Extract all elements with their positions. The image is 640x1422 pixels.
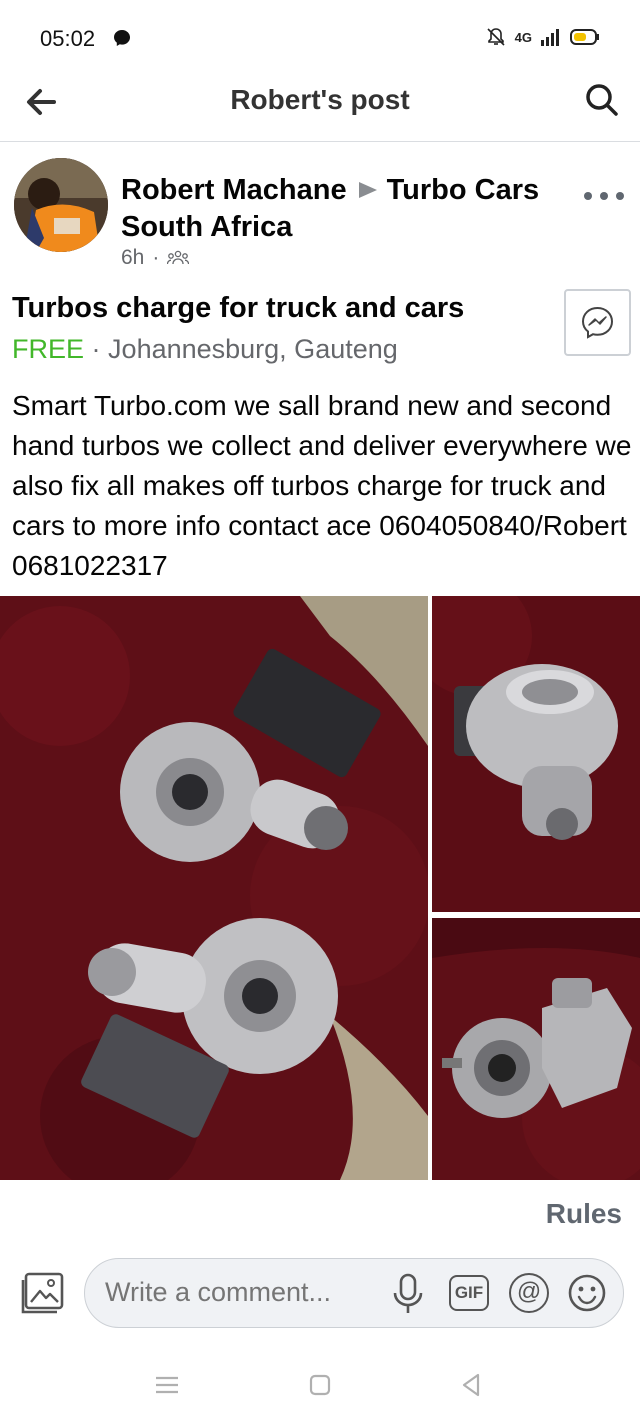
post-meta: 6h · (121, 246, 190, 270)
turbo-side-photo[interactable] (432, 918, 640, 1180)
more-dot (616, 192, 624, 200)
message-seller-button[interactable] (564, 289, 631, 356)
mention-label: @ (516, 1278, 542, 1305)
listing-location: Johannesburg, Gauteng (108, 334, 398, 364)
listing-price: FREE (12, 334, 85, 364)
post-author-line: Robert Machane Turbo Cars South Africa (121, 172, 561, 246)
turbo-side-image (432, 918, 640, 1180)
messenger-icon (581, 306, 614, 339)
author-name[interactable]: Robert Machane (121, 174, 347, 206)
emoji-icon (568, 1274, 606, 1312)
search-icon (586, 84, 618, 116)
recent-apps-icon[interactable] (152, 1370, 182, 1400)
network-label: 4G (514, 29, 532, 45)
gif-label: GIF (454, 1283, 484, 1302)
gif-button[interactable]: GIF (449, 1275, 489, 1311)
comment-box: GIF @ (84, 1258, 624, 1328)
status-time: 05:02 (40, 26, 96, 51)
group-name-line1: Turbo Cars (386, 174, 540, 206)
turbo-top-image (432, 596, 640, 912)
mention-icon: @ (509, 1273, 549, 1313)
post-body-text: Smart Turbo.com we sall brand new and se… (12, 390, 632, 581)
mute-bell-icon (487, 28, 505, 46)
rules-link[interactable]: Rules (546, 1198, 622, 1230)
turbo-pair-image (0, 596, 428, 1180)
search-button[interactable] (580, 78, 624, 122)
meta-separator: · (152, 246, 160, 269)
turbo-pair-photo[interactable] (0, 596, 428, 1180)
comment-input[interactable] (105, 1277, 365, 1308)
listing-separator: · (91, 334, 101, 364)
group-members-icon (167, 250, 190, 265)
photo-attach-icon (21, 1272, 64, 1314)
listing-title: Turbos charge for truck and cars (12, 292, 465, 324)
microphone-button[interactable] (391, 1273, 425, 1320)
system-nav-bar (0, 1352, 640, 1422)
more-dot (584, 192, 592, 200)
microphone-icon (393, 1273, 423, 1313)
listing-subtitle: FREE · Johannesburg, Gauteng (12, 334, 398, 365)
status-bar: 05:02 4G (0, 0, 640, 72)
photo-attach-button[interactable] (20, 1270, 66, 1316)
mention-button[interactable]: @ (509, 1273, 549, 1313)
avatar[interactable] (14, 158, 108, 252)
messenger-icon (114, 30, 130, 46)
more-options-button[interactable] (584, 186, 624, 206)
signal-icon (541, 29, 559, 46)
shared-to-arrow-icon (358, 181, 377, 198)
group-name-line2: South Africa (121, 211, 293, 243)
photo-grid (0, 596, 640, 1180)
status-icons: 4G (485, 26, 600, 48)
more-dot (600, 192, 608, 200)
avatar-photo (14, 158, 108, 252)
post-time[interactable]: 6h (121, 246, 144, 270)
page-title: Robert's post (230, 84, 410, 115)
turbo-top-photo[interactable] (432, 596, 640, 912)
back-nav-icon[interactable] (456, 1370, 486, 1400)
emoji-button[interactable] (567, 1273, 607, 1318)
battery-icon (570, 29, 599, 45)
app-header: Robert's post (0, 64, 640, 142)
gif-icon: GIF (449, 1275, 489, 1311)
home-icon[interactable] (305, 1370, 335, 1400)
